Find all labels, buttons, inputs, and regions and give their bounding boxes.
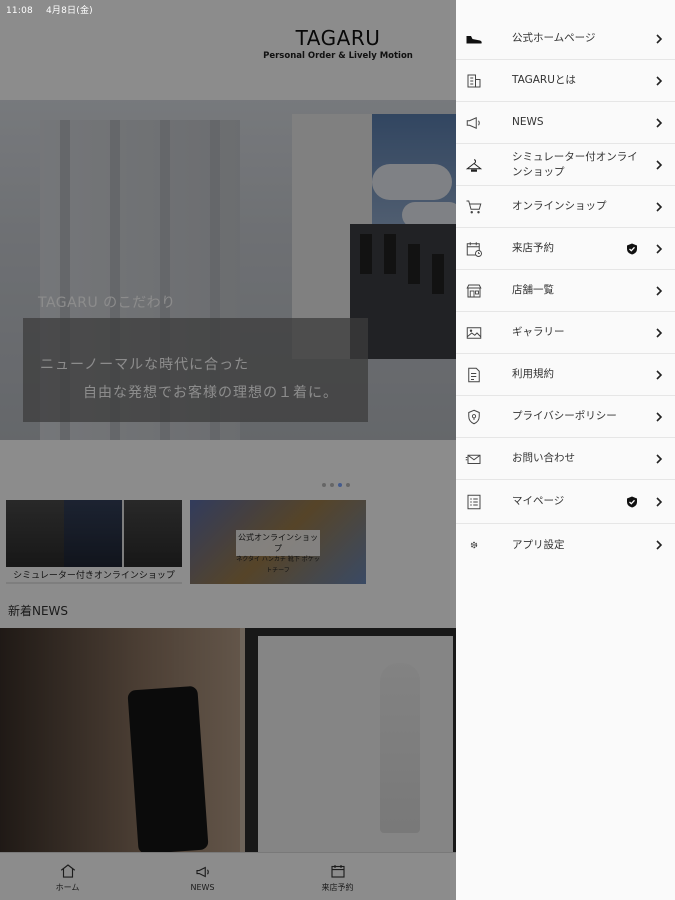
status-bar: 11:08 4月8日(金) xyxy=(0,0,675,18)
menu-item-label: アプリ設定 xyxy=(512,538,565,551)
menu-item-label: マイページ xyxy=(512,495,565,507)
hanger-icon xyxy=(464,155,484,175)
menu-item-label: 店舗一覧 xyxy=(512,284,554,296)
verified-badge-icon xyxy=(627,496,637,507)
status-time: 11:08 xyxy=(6,6,33,16)
menu-item-label: ギャラリー xyxy=(512,326,565,338)
menu-item-gallery[interactable]: ギャラリー xyxy=(456,312,675,354)
menu-item-label: 公式ホームページ xyxy=(512,32,596,44)
chevron-right-icon xyxy=(656,369,663,380)
chevron-right-icon xyxy=(656,117,663,128)
menu-item-label: TAGARUとは xyxy=(512,74,576,86)
menu-item-terms[interactable]: 利用規約 xyxy=(456,354,675,396)
shoe-icon xyxy=(464,29,484,49)
chevron-right-icon xyxy=(656,201,663,212)
chevron-right-icon xyxy=(656,243,663,254)
status-date: 4月8日(金) xyxy=(46,6,93,16)
menu-item-label: お問い合わせ xyxy=(512,452,575,464)
chevron-right-icon xyxy=(656,159,663,170)
chevron-right-icon xyxy=(656,75,663,86)
menu-item-official-homepage[interactable]: 公式ホームページ xyxy=(456,18,675,60)
list-icon xyxy=(464,492,484,512)
gear-icon xyxy=(464,535,484,555)
menu-item-store-list[interactable]: 店舗一覧 xyxy=(456,270,675,312)
menu-item-about[interactable]: TAGARUとは xyxy=(456,60,675,102)
menu-item-label: オンラインショップ xyxy=(512,200,607,212)
chevron-right-icon xyxy=(656,285,663,296)
verified-badge-icon xyxy=(627,243,637,254)
document-icon xyxy=(464,365,484,385)
building-icon xyxy=(464,71,484,91)
menu-item-simulator-shop[interactable]: シミュレーター付オンラインショップ xyxy=(456,144,675,186)
menu-item-label: プライバシーポリシー xyxy=(512,410,617,422)
cart-icon xyxy=(464,197,484,217)
menu-item-contact[interactable]: お問い合わせ xyxy=(456,438,675,480)
menu-item-label: 利用規約 xyxy=(512,368,554,380)
image-icon xyxy=(464,323,484,343)
megaphone-icon xyxy=(464,113,484,133)
shield-icon xyxy=(464,407,484,427)
side-menu: 公式ホームページ TAGARUとは NEWS シミュレーター付オンラインショップ… xyxy=(456,0,675,900)
chevron-right-icon xyxy=(656,496,663,507)
menu-item-mypage[interactable]: マイページ xyxy=(456,480,675,524)
storefront-icon xyxy=(464,281,484,301)
menu-item-label: NEWS xyxy=(512,116,544,128)
menu-item-online-shop[interactable]: オンラインショップ xyxy=(456,186,675,228)
menu-item-reservation[interactable]: 来店予約 xyxy=(456,228,675,270)
chevron-right-icon xyxy=(656,33,663,44)
menu-item-label: 来店予約 xyxy=(512,242,554,254)
menu-item-app-settings[interactable]: アプリ設定 xyxy=(456,524,675,566)
menu-item-privacy[interactable]: プライバシーポリシー xyxy=(456,396,675,438)
chevron-right-icon xyxy=(656,453,663,464)
menu-item-news[interactable]: NEWS xyxy=(456,102,675,144)
chevron-right-icon xyxy=(656,411,663,422)
calendar-icon xyxy=(464,239,484,259)
chevron-right-icon xyxy=(656,540,663,550)
menu-item-label: シミュレーター付オンラインショップ xyxy=(512,150,638,178)
chevron-right-icon xyxy=(656,327,663,338)
mail-icon xyxy=(464,449,484,469)
